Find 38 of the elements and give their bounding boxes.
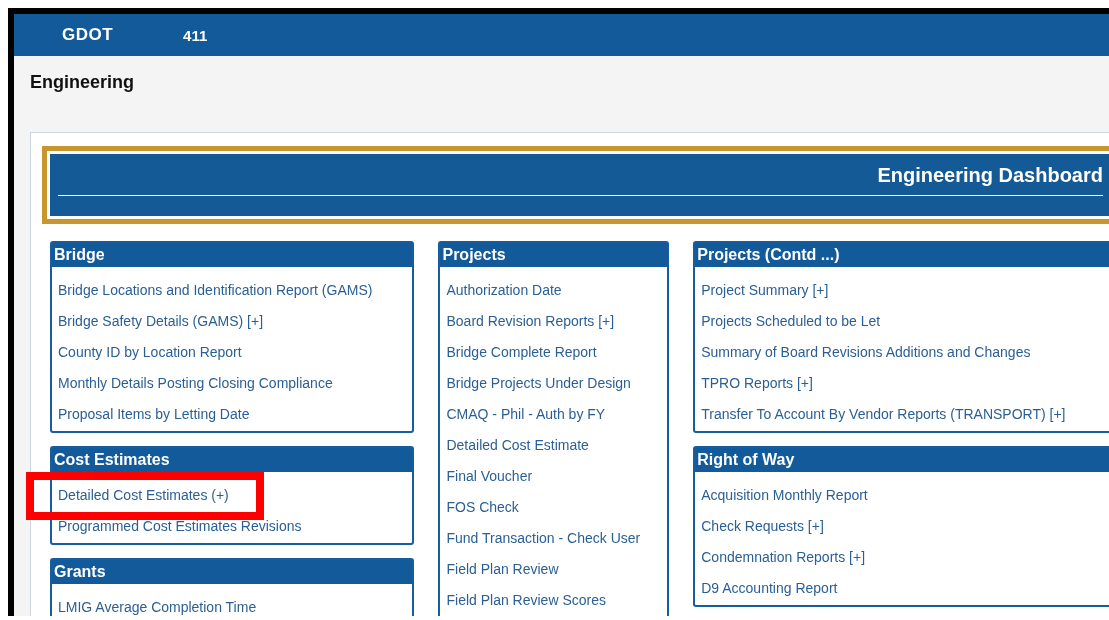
report-link[interactable]: Detailed Cost Estimate	[446, 437, 589, 453]
report-link[interactable]: FOS Check	[446, 499, 519, 515]
section-title: Cost Estimates	[52, 448, 413, 472]
section-title: Grants	[52, 560, 413, 584]
report-link[interactable]: LMIG Average Completion Time	[58, 599, 257, 615]
report-link[interactable]: Fund Transaction - Check User	[446, 530, 641, 546]
report-link[interactable]: Detailed Cost Estimates (+)	[58, 487, 229, 503]
report-link[interactable]: Transfer To Account By Vendor Reports (TRANSPORT) [+]	[701, 406, 1066, 422]
report-link[interactable]: Bridge Locations and Identification Report (GAMS)	[58, 282, 373, 298]
page-title: Engineering	[30, 71, 135, 94]
logo[interactable]: GDOT	[62, 25, 114, 45]
report-link[interactable]: Monthly Details Posting Closing Compliance	[58, 375, 333, 391]
app-number: 411	[183, 26, 208, 44]
report-link[interactable]: Acquisition Monthly Report	[701, 487, 868, 503]
report-link[interactable]: Summary of Board Revisions Additions and Changes	[701, 344, 1031, 360]
report-link[interactable]: TPRO Reports [+]	[701, 375, 813, 391]
report-link[interactable]: Bridge Complete Report	[446, 344, 597, 360]
report-link[interactable]: Final Voucher	[446, 468, 533, 484]
report-link[interactable]: Proposal Items by Letting Date	[58, 406, 250, 422]
report-link[interactable]: Bridge Safety Details (GAMS) [+]	[58, 313, 264, 329]
section-title: Right of Way	[695, 448, 1109, 472]
report-link[interactable]: Bridge Projects Under Design	[446, 375, 631, 391]
report-link[interactable]: Board Revision Reports [+]	[446, 313, 615, 329]
report-link[interactable]: Project Summary [+]	[701, 282, 829, 298]
dashboard-title: Engineering Dashboard	[877, 164, 1103, 186]
report-link[interactable]: Check Requests [+]	[701, 518, 824, 534]
report-link[interactable]: Programmed Cost Estimates Revisions	[58, 518, 302, 534]
report-link[interactable]: Field Plan Review	[446, 561, 559, 577]
report-link[interactable]: CMAQ - Phil - Auth by FY	[446, 406, 606, 422]
section-title: Projects	[440, 243, 668, 267]
report-link[interactable]: Authorization Date	[446, 282, 562, 298]
report-link[interactable]: County ID by Location Report	[58, 344, 242, 360]
section-title: Projects (Contd ...)	[695, 243, 1109, 267]
report-link[interactable]: Projects Scheduled to be Let	[701, 313, 881, 329]
report-link[interactable]: Condemnation Reports [+]	[701, 549, 866, 565]
report-link[interactable]: D9 Accounting Report	[701, 580, 838, 596]
report-link[interactable]: Field Plan Review Scores	[446, 592, 606, 608]
section-title: Bridge	[52, 243, 413, 267]
